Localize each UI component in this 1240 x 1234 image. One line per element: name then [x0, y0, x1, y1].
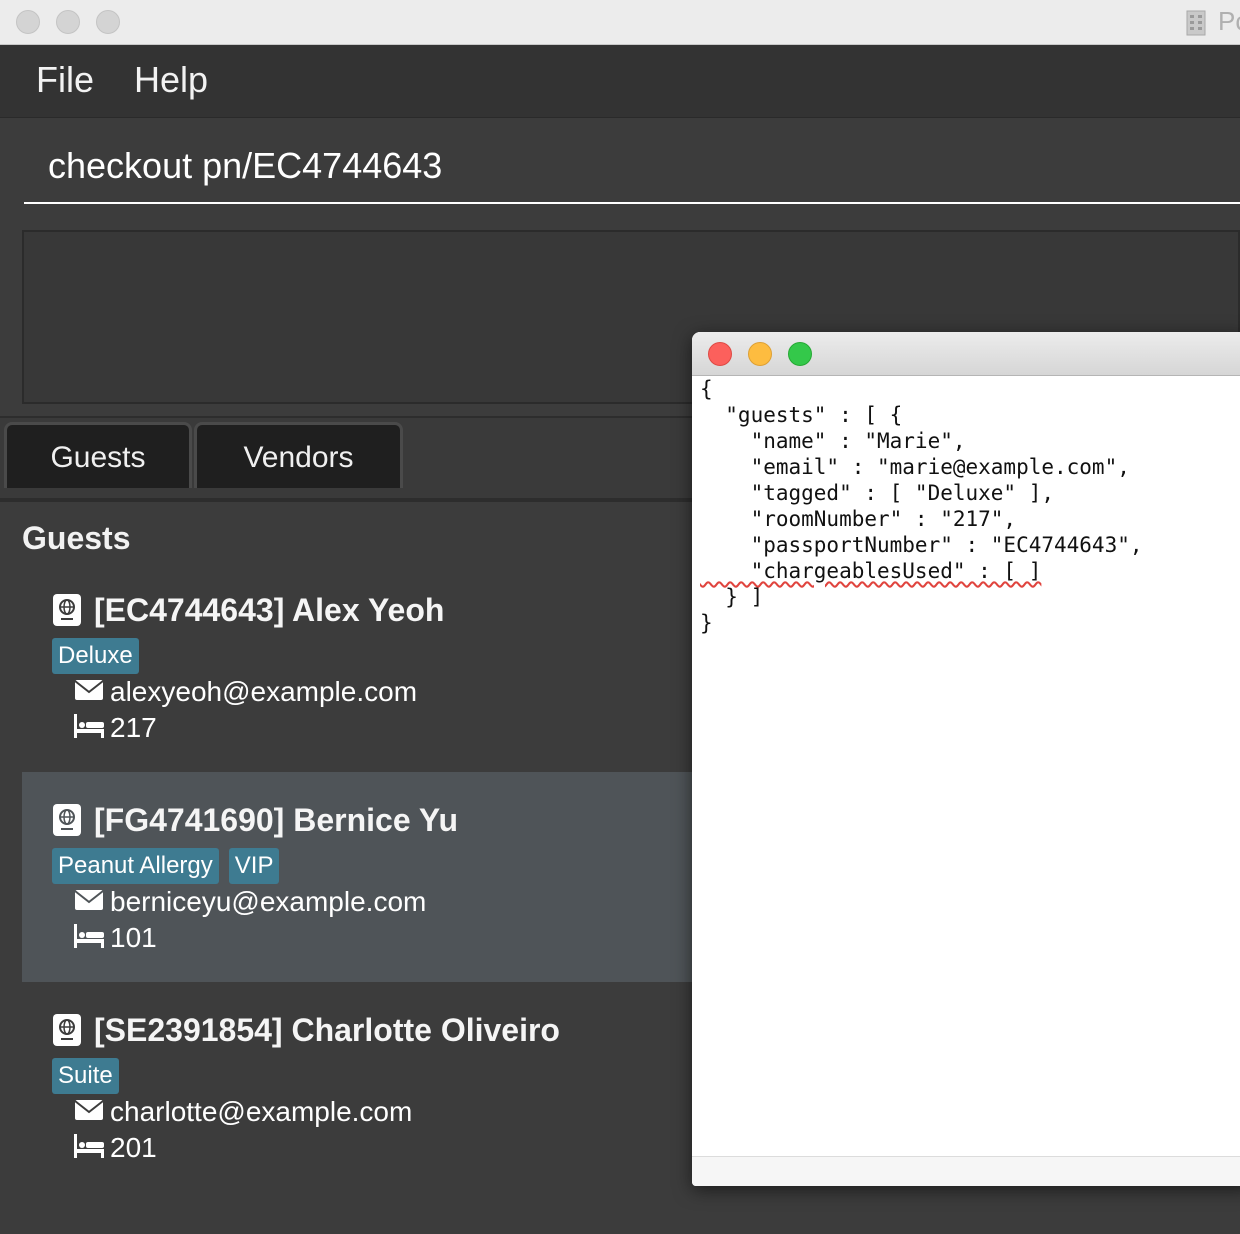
json-line: "email" : "marie@example.com", [700, 455, 1130, 479]
passport-icon [53, 803, 81, 836]
guest-name-row: [FG4741690] Bernice Yu [52, 802, 458, 840]
tag: Deluxe [52, 638, 139, 674]
bed-icon [74, 923, 104, 948]
json-line: { [700, 377, 713, 401]
guest-card[interactable]: [EC4744643] Alex Yeoh Deluxe alexyeoh@ex… [22, 562, 722, 772]
json-editor-window: { "guests" : [ { "name" : "Marie", "emai… [692, 332, 1240, 1186]
guest-name: [SE2391854] Charlotte Oliveiro [94, 1012, 560, 1048]
close-window-button[interactable] [16, 10, 40, 34]
email-row: alexyeoh@example.com [74, 676, 417, 708]
envelope-icon [74, 679, 104, 700]
guest-name: [FG4741690] Bernice Yu [94, 802, 459, 838]
json-line: "roomNumber" : "217", [700, 507, 1017, 531]
passport-icon [53, 593, 81, 626]
room-row: 217 [74, 712, 157, 744]
zoom-window-button[interactable] [96, 10, 120, 34]
room-row: 201 [74, 1132, 157, 1164]
minimize-window-button[interactable] [56, 10, 80, 34]
editor-close-button[interactable] [708, 342, 732, 366]
passport-icon [53, 1013, 81, 1046]
tag-list: Peanut Allergy VIP [52, 848, 289, 884]
command-input[interactable] [24, 130, 1240, 204]
email-row: berniceyu@example.com [74, 886, 426, 918]
guest-email: charlotte@example.com [110, 1096, 413, 1127]
editor-zoom-button[interactable] [788, 342, 812, 366]
json-line: } [700, 611, 713, 635]
list-title: Guests [22, 520, 131, 556]
menu-help[interactable]: Help [134, 59, 208, 101]
guest-email: berniceyu@example.com [110, 886, 427, 917]
tag-list: Suite [52, 1058, 129, 1094]
guest-room: 101 [110, 922, 157, 953]
guest-card-selected[interactable]: [FG4741690] Bernice Yu Peanut Allergy VIP… [22, 772, 722, 982]
editor-minimize-button[interactable] [748, 342, 772, 366]
command-area [0, 118, 1240, 218]
tab-guests[interactable]: Guests [4, 422, 192, 488]
bed-icon [74, 1133, 104, 1158]
json-line: "guests" : [ { [700, 403, 903, 427]
window-title: Pc [1218, 6, 1240, 36]
tag: VIP [228, 848, 280, 884]
tab-vendors[interactable]: Vendors [194, 422, 403, 488]
tag: Suite [52, 1058, 119, 1094]
window-titlebar: Pc [0, 0, 1240, 45]
bed-icon [74, 713, 104, 738]
menu-bar: File Help [0, 45, 1240, 118]
room-row: 101 [74, 922, 157, 954]
editor-titlebar [692, 332, 1240, 376]
guest-room: 217 [110, 712, 157, 743]
json-line: "passportNumber" : "EC4744643", [700, 533, 1143, 557]
envelope-icon [74, 1099, 104, 1120]
json-text-area[interactable]: { "guests" : [ { "name" : "Marie", "emai… [700, 376, 1143, 636]
tag-list: Deluxe [52, 638, 149, 674]
email-row: charlotte@example.com [74, 1096, 412, 1128]
tag: Peanut Allergy [52, 848, 219, 884]
guest-name-row: [EC4744643] Alex Yeoh [52, 592, 444, 630]
guest-room: 201 [110, 1132, 157, 1163]
json-line: "tagged" : [ "Deluxe" ], [700, 481, 1055, 505]
guest-card[interactable]: [SE2391854] Charlotte Oliveiro Suite cha… [22, 982, 722, 1192]
guest-name: [EC4744643] Alex Yeoh [94, 592, 445, 628]
menu-file[interactable]: File [36, 59, 94, 101]
editor-footer [692, 1156, 1240, 1186]
app-icon [1186, 10, 1206, 36]
json-line: } ] [700, 585, 764, 609]
guest-email: alexyeoh@example.com [110, 676, 418, 707]
guest-name-row: [SE2391854] Charlotte Oliveiro [52, 1012, 560, 1050]
envelope-icon [74, 889, 104, 910]
json-line-misspelled: "chargeablesUsed" : [ ] [700, 559, 1042, 583]
json-line: "name" : "Marie", [700, 429, 966, 453]
